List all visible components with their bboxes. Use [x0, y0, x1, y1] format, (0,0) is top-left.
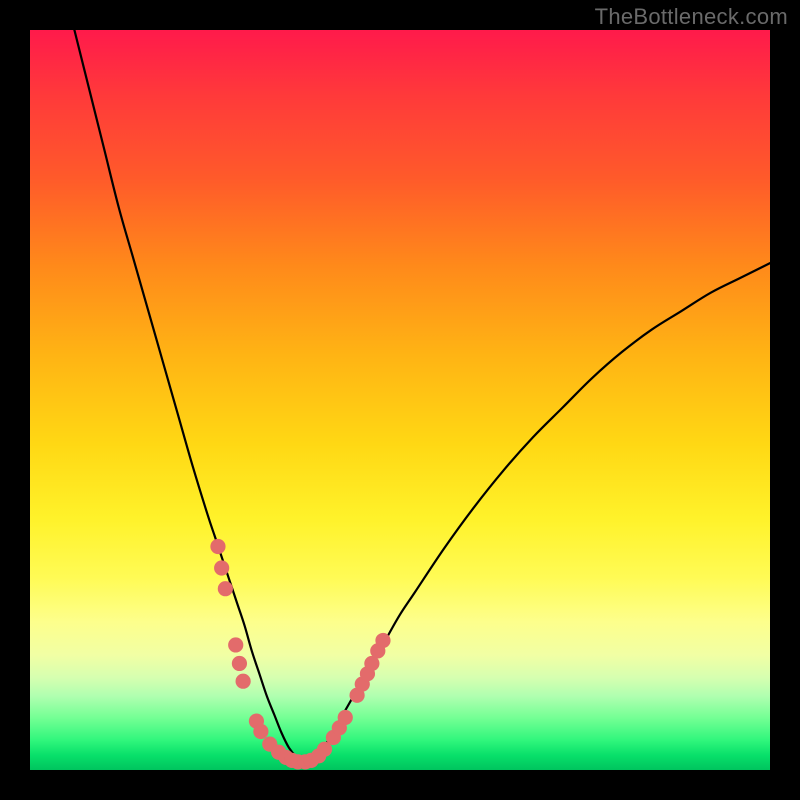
bottleneck-curve: [74, 30, 770, 762]
highlight-dots: [210, 539, 390, 770]
highlight-dot: [236, 674, 251, 689]
watermark-label: TheBottleneck.com: [595, 4, 788, 30]
chart-overlay: [30, 30, 770, 770]
chart-stage: TheBottleneck.com: [0, 0, 800, 800]
highlight-dot: [228, 637, 243, 652]
highlight-dot: [375, 633, 390, 648]
highlight-dot: [214, 560, 229, 575]
highlight-dot: [210, 539, 225, 554]
highlight-dot: [253, 724, 268, 739]
plot-area: [30, 30, 770, 770]
highlight-dot: [232, 656, 247, 671]
highlight-dot: [218, 581, 233, 596]
highlight-dot: [338, 710, 353, 725]
